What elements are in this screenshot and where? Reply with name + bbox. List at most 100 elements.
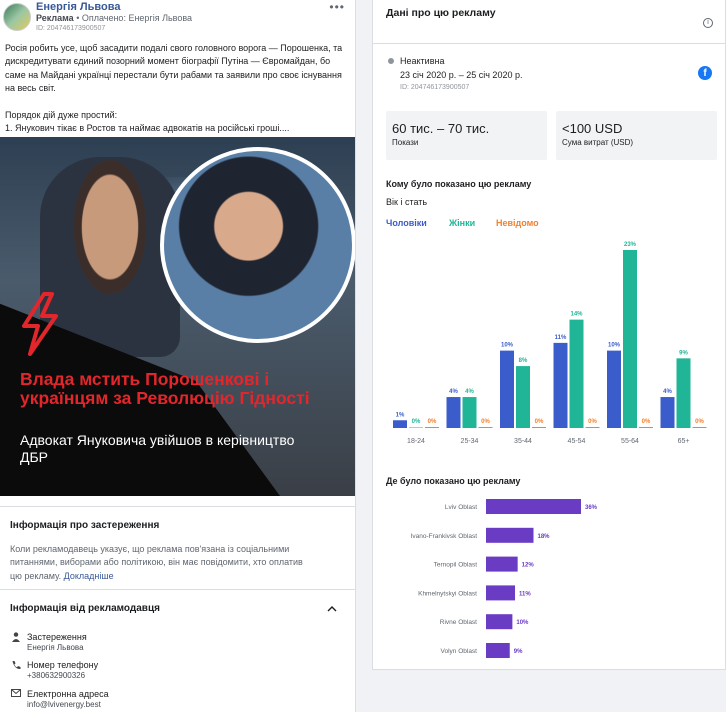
ad-id: ID: 204746173900507 (36, 25, 106, 32)
page-avatar[interactable] (3, 3, 31, 31)
age-bar-label: 8% (519, 358, 528, 364)
sponsored-line: Реклама • Оплачено: Енергія Львова (36, 13, 192, 23)
legend-men[interactable]: Чоловіки (386, 218, 427, 228)
age-bar-men[interactable] (393, 420, 407, 428)
creative-headline: Влада мстить Порошенкові і українцям за … (20, 369, 310, 408)
ad-details-panel: Дані про цю рекламу i Неактивна 23 січ 2… (372, 0, 726, 670)
creative-subline: Адвокат Януковича увійшов в керівництво … (20, 432, 295, 465)
age-bar-label: 11% (555, 335, 567, 341)
ad-header: Енергія Львова Реклама • Оплачено: Енерг… (0, 0, 355, 36)
spend-label: Сума витрат (USD) (562, 138, 634, 147)
row-label: Застереження (27, 632, 87, 642)
regions-heading: Де було показано цю рекламу (386, 476, 521, 486)
ad-paragraph-2a: Порядок дій дуже простий: (5, 109, 118, 120)
age-bar-label: 0% (588, 419, 597, 425)
region-label: Ivano-Frankivsk Oblast (411, 533, 478, 540)
legend-unknown[interactable]: Невідомо (496, 218, 539, 228)
region-label: Rivne Oblast (440, 619, 477, 626)
ad-paragraph-2b: 1. Янукович тікає в Ростов та наймає адв… (5, 123, 290, 134)
impressions-card: 60 тис. – 70 тис. Покази (386, 111, 547, 160)
ad-creative-image[interactable]: Влада мстить Порошенкові і українцям за … (0, 137, 355, 496)
ad-body-text: Росія робить усе, щоб засадити подалі св… (5, 42, 351, 135)
age-bar-unknown[interactable] (425, 427, 439, 428)
age-bar-label: 23% (624, 242, 637, 248)
learn-more-link[interactable]: Докладніше (64, 571, 114, 581)
panel-ad-id: ID: 204746173900507 (400, 84, 470, 91)
panel-title: Дані про цю рекламу (386, 7, 496, 19)
status-text: Неактивна (400, 56, 445, 66)
info-icon[interactable]: i (703, 18, 713, 28)
age-bar-men[interactable] (607, 350, 621, 428)
disclaimer-text: Коли рекламодавець указує, що реклама по… (10, 543, 310, 583)
legend-women[interactable]: Жінки (449, 218, 475, 228)
ad-paragraph-1: Росія робить усе, щоб засадити подалі св… (5, 43, 343, 94)
advertiser-info-title: Інформація від рекламодавця (10, 603, 160, 614)
region-bar[interactable] (486, 643, 510, 658)
photo-person-circle (160, 147, 355, 343)
age-bar-unknown[interactable] (585, 427, 600, 428)
age-bar-label: 0% (695, 419, 704, 425)
age-bar-label: 4% (449, 389, 458, 395)
age-bar-unknown[interactable] (692, 427, 707, 428)
age-bar-men[interactable] (446, 397, 461, 428)
facebook-icon: f (698, 66, 712, 80)
region-value-label: 18% (538, 534, 551, 540)
paid-by-text: • Оплачено: Енергія Львова (76, 13, 193, 23)
age-bar-label: 0% (428, 419, 437, 425)
person-icon (12, 632, 20, 642)
age-bar-label: 10% (608, 343, 621, 349)
age-bar-label: 4% (465, 389, 474, 395)
region-bar[interactable] (486, 499, 581, 514)
age-tick-label: 45-54 (568, 438, 586, 445)
age-tick-label: 65+ (678, 438, 690, 445)
row-value[interactable]: info@lvivenergy.best (27, 700, 101, 709)
age-bar-label: 14% (570, 312, 583, 318)
region-bar[interactable] (486, 614, 513, 630)
age-bar-label: 10% (501, 343, 514, 349)
age-bar-unknown[interactable] (639, 427, 653, 428)
disclaimer-body: Коли рекламодавець указує, що реклама по… (10, 544, 303, 581)
age-bar-men[interactable] (553, 342, 568, 428)
age-bar-men[interactable] (500, 350, 514, 428)
regions-chart: Lviv Oblast 36% Ivano-Frankivsk Oblast 18% T… (411, 499, 598, 658)
row-value: Енергія Львова (27, 643, 84, 652)
page-name-link[interactable]: Енергія Львова (36, 1, 120, 13)
age-bar-men[interactable] (660, 397, 675, 428)
age-bar-women[interactable] (676, 358, 691, 428)
age-gender-heading: Вік і стать (386, 197, 428, 207)
age-tick-label: 18-24 (407, 438, 425, 445)
age-bar-label: 0% (642, 419, 651, 425)
age-bar-women[interactable] (623, 250, 637, 428)
region-bar[interactable] (486, 585, 516, 601)
age-bar-unknown[interactable] (532, 427, 546, 428)
age-gender-chart: 1% 0% 0% 18-24 4% 4% 0% 25-34 10% 8% 0% 35-44 11% 14%… (393, 242, 707, 445)
run-dates: 23 січ 2020 р. – 25 січ 2020 р. (400, 70, 523, 80)
phone-icon (12, 661, 21, 670)
region-bar[interactable] (486, 527, 534, 543)
row-label: Номер телефону (27, 660, 99, 670)
impressions-value: 60 тис. – 70 тис. (392, 121, 490, 136)
age-bar-women[interactable] (462, 397, 477, 428)
region-label: Ternopil Oblast (434, 562, 478, 569)
spend-card: <100 USD Сума витрат (USD) (556, 111, 717, 160)
age-bar-women[interactable] (569, 319, 584, 428)
age-bar-women[interactable] (516, 366, 530, 428)
age-bar-unknown[interactable] (478, 427, 493, 428)
region-label: Volyn Oblast (441, 648, 478, 655)
age-bar-label: 0% (535, 419, 544, 425)
region-value-label: 36% (585, 505, 598, 511)
age-bar-women[interactable] (409, 427, 423, 429)
chevron-up-icon[interactable] (327, 604, 337, 614)
row-value[interactable]: +380632900326 (27, 671, 85, 680)
ad-card: Енергія Львова Реклама • Оплачено: Енерг… (0, 0, 356, 712)
audience-heading: Кому було показано цю рекламу (386, 179, 532, 189)
email-icon (11, 689, 21, 697)
spend-value: <100 USD (562, 121, 623, 136)
row-label: Електронна адреса (27, 689, 109, 699)
region-value-label: 12% (522, 563, 535, 569)
age-tick-label: 35-44 (514, 438, 532, 445)
lightning-icon (22, 292, 58, 356)
more-options-icon[interactable]: ••• (329, 0, 345, 14)
divider (373, 43, 726, 44)
region-bar[interactable] (486, 556, 518, 572)
